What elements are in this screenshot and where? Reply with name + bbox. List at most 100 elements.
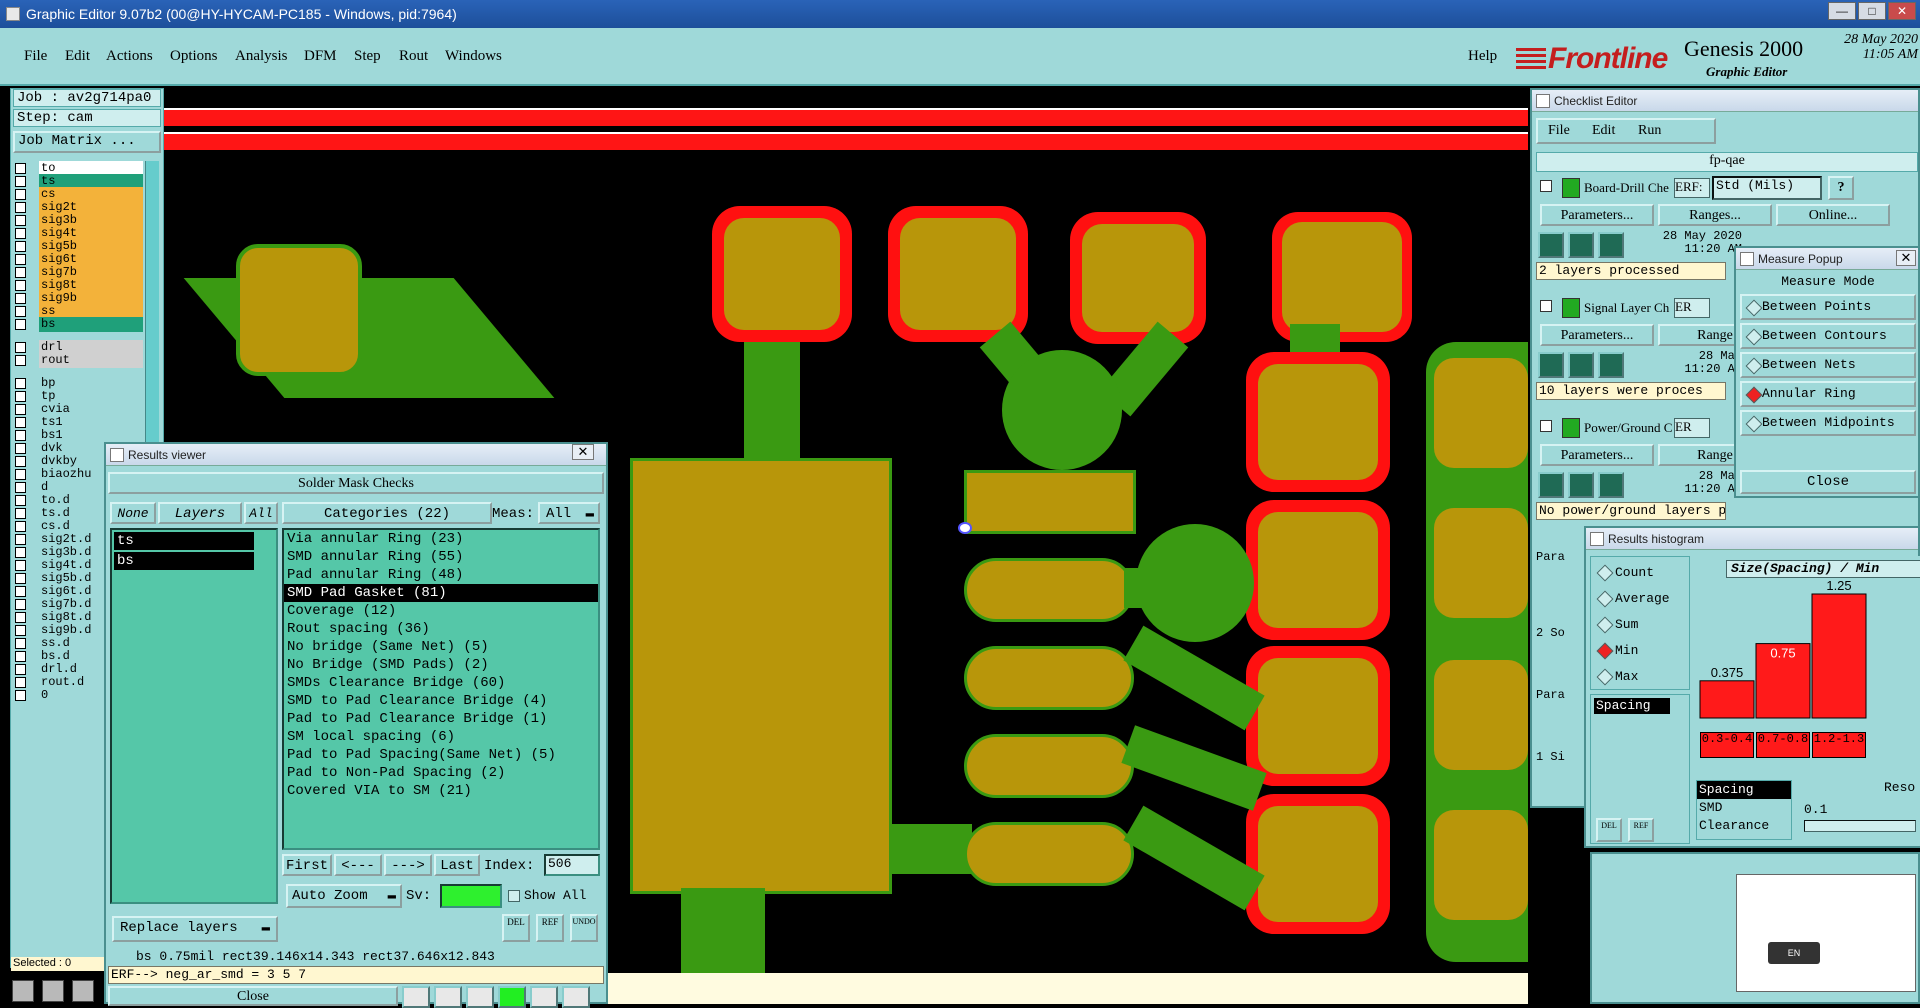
check-name[interactable]: Board-Drill Che — [1584, 180, 1674, 198]
layer-checkbox[interactable] — [15, 202, 26, 213]
menu-dfm[interactable]: DFM — [304, 48, 337, 65]
layer-checkbox[interactable] — [15, 677, 26, 688]
category-item[interactable]: No Bridge (SMD Pads) (2) — [284, 656, 598, 674]
layer-checkbox[interactable] — [15, 306, 26, 317]
ranges-button[interactable]: Ranges... — [1658, 204, 1772, 226]
zoom-icon[interactable] — [12, 980, 34, 1002]
measure-mode-option[interactable]: Annular Ring — [1740, 381, 1916, 407]
layer-checkbox[interactable] — [15, 163, 26, 174]
check-enabled-checkbox[interactable] — [1540, 180, 1552, 192]
checklist-menu-run[interactable]: Run — [1638, 123, 1661, 139]
layer-checkbox[interactable] — [15, 599, 26, 610]
layer-checkbox[interactable] — [15, 355, 26, 366]
maximize-button[interactable]: □ — [1858, 2, 1886, 20]
help-button[interactable]: ? — [1828, 176, 1854, 200]
ref-button[interactable]: REF — [536, 914, 564, 942]
layer-checkbox[interactable] — [15, 508, 26, 519]
filter-icon[interactable] — [498, 986, 526, 1008]
all-button[interactable]: All — [244, 502, 278, 524]
layer-checkbox[interactable] — [15, 176, 26, 187]
category-item[interactable]: Pad to Non-Pad Spacing (2) — [284, 764, 598, 782]
last-button[interactable]: Last — [434, 854, 480, 876]
category-item[interactable]: Pad to Pad Spacing(Same Net) (5) — [284, 746, 598, 764]
measure-list-item[interactable]: SMD — [1697, 799, 1791, 817]
meas-select[interactable]: All ▬ — [538, 502, 600, 524]
cross-icon[interactable] — [466, 986, 494, 1008]
categories-button[interactable]: Categories (22) — [282, 502, 492, 524]
layer-checkbox[interactable] — [15, 417, 26, 428]
overview-map[interactable]: EN — [1590, 852, 1920, 1004]
layer-checkbox[interactable] — [15, 690, 26, 701]
layer-checkbox[interactable] — [15, 404, 26, 415]
run-icon[interactable] — [1538, 352, 1564, 378]
menu-actions[interactable]: Actions — [106, 48, 153, 65]
check-name[interactable]: Power/Ground C — [1584, 420, 1674, 438]
layer-checkbox[interactable] — [15, 469, 26, 480]
check-enabled-checkbox[interactable] — [1540, 300, 1552, 312]
layer-checkbox[interactable] — [15, 319, 26, 330]
measure-mode-option[interactable]: Between Points — [1740, 294, 1916, 320]
layer-checkbox[interactable] — [15, 293, 26, 304]
reso-slider[interactable] — [1804, 820, 1916, 832]
first-button[interactable]: First — [282, 854, 332, 876]
layer-checkbox[interactable] — [15, 586, 26, 597]
menu-step[interactable]: Step — [354, 48, 381, 65]
category-item[interactable]: SMD annular Ring (55) — [284, 548, 598, 566]
layer-checkbox[interactable] — [15, 456, 26, 467]
measure-icon[interactable] — [42, 980, 64, 1002]
measure-list-item[interactable]: Spacing — [1697, 781, 1791, 799]
histogram-icon[interactable] — [562, 986, 590, 1008]
layer-checkbox[interactable] — [15, 573, 26, 584]
stat-option[interactable]: Min — [1591, 641, 1687, 663]
parameters-button[interactable]: Parameters... — [1540, 324, 1654, 346]
layer-checkbox[interactable] — [15, 495, 26, 506]
category-item[interactable]: No bridge (Same Net) (5) — [284, 638, 598, 656]
menu-rout[interactable]: Rout — [399, 48, 428, 65]
layer-checkbox[interactable] — [15, 378, 26, 389]
results-icon[interactable] — [1598, 352, 1624, 378]
category-item[interactable]: SMD Pad Gasket (81) — [284, 584, 598, 602]
checklist-menu-edit[interactable]: Edit — [1592, 123, 1615, 139]
report-icon[interactable] — [530, 986, 558, 1008]
layer-checkbox[interactable] — [15, 443, 26, 454]
categories-listbox[interactable]: Via annular Ring (23) SMD annular Ring (5… — [282, 528, 600, 850]
hist-ref-button[interactable]: REF — [1628, 818, 1654, 842]
category-item[interactable]: SMDs Clearance Bridge (60) — [284, 674, 598, 692]
menu-help[interactable]: Help — [1468, 48, 1497, 65]
histogram-bar[interactable] — [1811, 593, 1867, 719]
stat-option[interactable]: Count — [1591, 563, 1687, 585]
category-item[interactable]: Coverage (12) — [284, 602, 598, 620]
measure-list[interactable]: Spacing SMD Clearance — [1696, 780, 1792, 840]
minimize-button[interactable]: — — [1828, 2, 1856, 20]
layer-checkbox[interactable] — [15, 254, 26, 265]
results-icon[interactable] — [1598, 472, 1624, 498]
histogram-bar[interactable] — [1699, 680, 1755, 719]
category-item[interactable]: Via annular Ring (23) — [284, 530, 598, 548]
layer-checkbox[interactable] — [15, 280, 26, 291]
layer-checkbox[interactable] — [15, 547, 26, 558]
measure-mode-option[interactable]: Between Nets — [1740, 352, 1916, 378]
results-icon[interactable] — [1598, 232, 1624, 258]
severity-color-select[interactable] — [440, 884, 502, 908]
measure-mode-option[interactable]: Between Midpoints — [1740, 410, 1916, 436]
category-item[interactable]: SMD to Pad Clearance Bridge (4) — [284, 692, 598, 710]
run-all-icon[interactable] — [1568, 232, 1594, 258]
next-button[interactable]: ---> — [384, 854, 432, 876]
category-item[interactable]: SM local spacing (6) — [284, 728, 598, 746]
layer-row[interactable]: rout — [15, 353, 143, 369]
auto-zoom-select[interactable]: Auto Zoom ▬ — [286, 884, 402, 908]
menu-windows[interactable]: Windows — [445, 48, 502, 65]
check-name[interactable]: Signal Layer Ch — [1584, 300, 1674, 318]
category-item[interactable]: Covered VIA to SM (21) — [284, 782, 598, 800]
close-button[interactable]: Close — [108, 986, 398, 1006]
menu-edit[interactable]: Edit — [65, 48, 90, 65]
layer-checkbox[interactable] — [15, 189, 26, 200]
run-icon[interactable] — [1538, 232, 1564, 258]
del-button[interactable]: DEL — [502, 914, 530, 942]
layer-checkbox[interactable] — [15, 625, 26, 636]
layers-button[interactable]: Layers — [158, 502, 242, 524]
run-icon[interactable] — [1538, 472, 1564, 498]
menu-file[interactable]: File — [24, 48, 47, 65]
ime-indicator[interactable]: EN — [1768, 942, 1820, 964]
stat-option[interactable]: Sum — [1591, 615, 1687, 637]
